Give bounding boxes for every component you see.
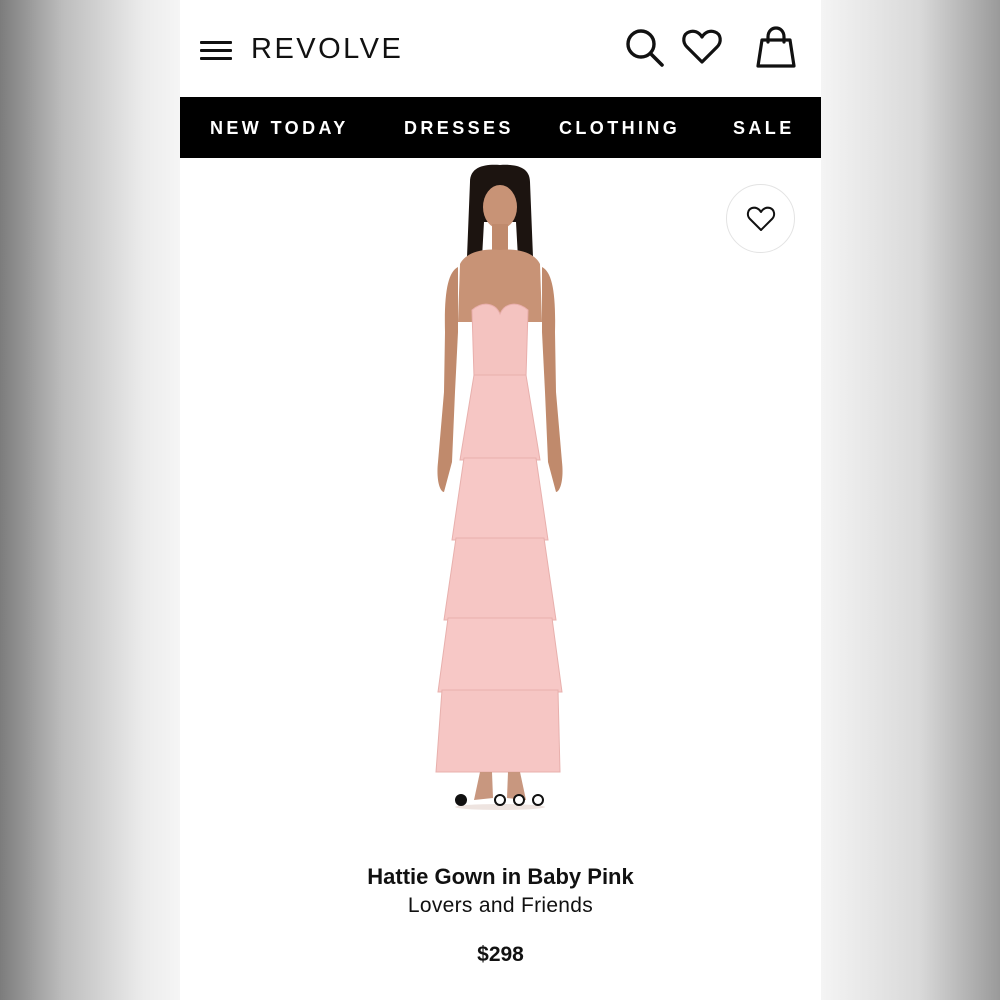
product-title[interactable]: Hattie Gown in Baby Pink [180, 863, 821, 891]
favorite-button[interactable] [726, 184, 795, 253]
product-price: $298 [477, 943, 524, 966]
brand-logo[interactable]: REVOLVE [251, 29, 403, 69]
carousel-dot-1[interactable] [455, 794, 467, 806]
carousel-dot-2[interactable] [494, 794, 506, 806]
search-icon[interactable] [624, 27, 666, 69]
nav-item-sale[interactable]: SALE [733, 97, 795, 158]
heart-outline-icon [746, 206, 776, 231]
site-header: REVOLVE [180, 0, 821, 97]
mobile-screen: REVOLVE NEW TODAY DRESSES CLOTHING SALE [180, 0, 821, 1000]
image-carousel-indicator [455, 794, 550, 808]
background-right [821, 0, 1000, 1000]
shopping-bag-icon[interactable] [755, 26, 797, 68]
product-brand[interactable]: Lovers and Friends [180, 892, 821, 920]
nav-item-clothing[interactable]: CLOTHING [559, 97, 680, 158]
carousel-dot-4[interactable] [532, 794, 544, 806]
heart-icon[interactable] [681, 28, 723, 66]
carousel-dot-3[interactable] [513, 794, 525, 806]
category-nav: NEW TODAY DRESSES CLOTHING SALE [180, 97, 821, 158]
background-left [0, 0, 180, 1000]
product-image[interactable] [400, 162, 600, 812]
hamburger-menu-icon[interactable] [200, 38, 234, 62]
nav-item-new-today[interactable]: NEW TODAY [210, 97, 349, 158]
nav-item-dresses[interactable]: DRESSES [404, 97, 514, 158]
